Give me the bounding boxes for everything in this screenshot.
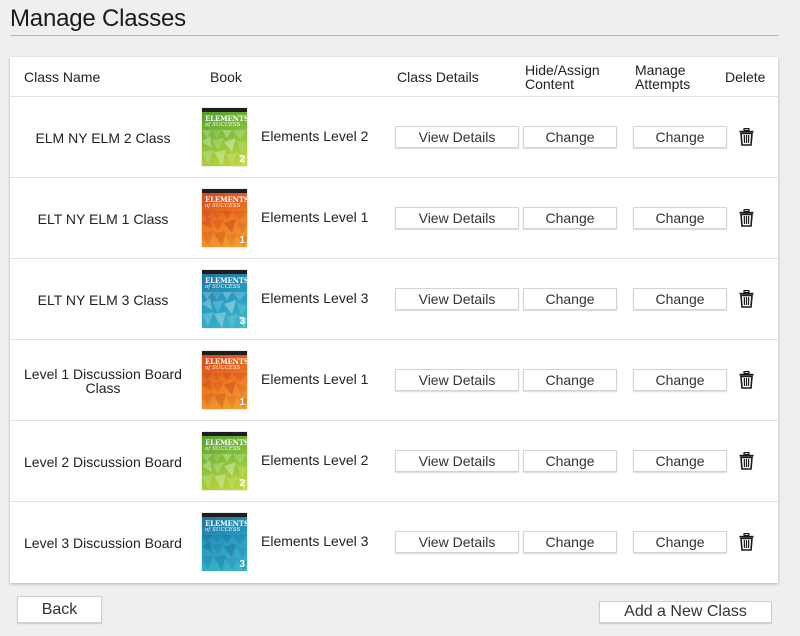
header-manage-attempts: Manage Attempts (635, 63, 690, 91)
header-class-name: Class Name (24, 69, 101, 85)
hide-assign-change-button[interactable]: Change (523, 288, 617, 310)
cover-subtitle: of SUCCESS (205, 284, 241, 290)
trash-icon[interactable] (739, 452, 754, 470)
cover-level-number: 3 (239, 316, 245, 327)
manage-attempts-change-button[interactable]: Change (633, 369, 727, 391)
header-manage-attempts-line1: Manage (635, 62, 686, 78)
table-row: ELM NY ELM 2 Class ELEMENTS of SUCCESS 2 Ele… (10, 97, 778, 178)
cover-title: ELEMENTS (205, 438, 247, 447)
class-name-cell: ELT NY ELM 3 Class (37, 291, 169, 308)
book-name-cell: Elements Level 2 (261, 451, 369, 468)
class-name-cell: Level 3 Discussion Board (24, 534, 182, 551)
book-name-cell: Elements Level 2 (261, 127, 369, 144)
cover-subtitle: of SUCCESS (205, 203, 241, 209)
table-row: ELT NY ELM 1 Class ELEMENTS of SUCCESS 1 Ele… (10, 178, 778, 259)
cover-title: ELEMENTS (205, 519, 247, 528)
cover-level-number: 1 (239, 235, 245, 246)
cover-stripe (202, 432, 247, 436)
class-name-cell: ELM NY ELM 2 Class (35, 129, 171, 146)
page-header: Manage Classes (10, 0, 778, 36)
book-cover-image: ELEMENTS of SUCCESS 3 (202, 513, 247, 571)
hide-assign-change-button[interactable]: Change (523, 207, 617, 229)
class-name-cell: ELT NY ELM 1 Class (37, 210, 169, 227)
cover-stripe (202, 513, 247, 517)
cover-level-number: 3 (239, 559, 245, 570)
cover-stripe (202, 108, 247, 112)
manage-attempts-change-button[interactable]: Change (633, 450, 727, 472)
book-cover-image: ELEMENTS of SUCCESS 2 (202, 108, 247, 166)
view-details-button[interactable]: View Details (395, 450, 519, 472)
cover-stripe (202, 351, 247, 355)
header-delete: Delete (725, 69, 766, 85)
table-row: ELT NY ELM 3 Class ELEMENTS of SUCCESS 3 Ele… (10, 259, 778, 340)
hide-assign-change-button[interactable]: Change (523, 450, 617, 472)
trash-icon[interactable] (739, 128, 754, 146)
cover-level-number: 2 (239, 154, 245, 165)
view-details-button[interactable]: View Details (395, 369, 519, 391)
trash-icon[interactable] (739, 209, 754, 227)
add-new-class-button[interactable]: Add a New Class (599, 601, 772, 623)
header-class-details: Class Details (397, 69, 479, 85)
cover-title: ELEMENTS (205, 195, 247, 204)
book-cover-image: ELEMENTS of SUCCESS 1 (202, 351, 247, 409)
back-button[interactable]: Back (17, 596, 102, 623)
cover-level-number: 1 (239, 397, 245, 408)
header-hide-assign-line1: Hide/Assign (525, 62, 600, 78)
hide-assign-change-button[interactable]: Change (523, 531, 617, 553)
view-details-button[interactable]: View Details (395, 288, 519, 310)
cover-subtitle: of SUCCESS (205, 446, 241, 452)
header-book: Book (210, 69, 242, 85)
cover-title: ELEMENTS (205, 114, 247, 123)
cover-subtitle: of SUCCESS (205, 122, 241, 128)
cover-subtitle: of SUCCESS (205, 365, 241, 371)
book-cover-image: ELEMENTS of SUCCESS 3 (202, 270, 247, 328)
manage-attempts-change-button[interactable]: Change (633, 288, 727, 310)
trash-icon[interactable] (739, 371, 754, 389)
class-name-cell: Level 2 Discussion Board (24, 453, 182, 470)
header-hide-assign: Hide/Assign Content (525, 63, 600, 91)
book-name-cell: Elements Level 3 (261, 289, 369, 306)
cover-title: ELEMENTS (205, 276, 247, 285)
cover-stripe (202, 270, 247, 274)
trash-icon[interactable] (739, 290, 754, 308)
view-details-button[interactable]: View Details (395, 207, 519, 229)
cover-subtitle: of SUCCESS (205, 527, 241, 533)
page-title: Manage Classes (10, 5, 186, 32)
trash-icon[interactable] (739, 533, 754, 551)
table-row: Level 1 Discussion Board Class ELEMENTS of… (10, 340, 778, 421)
manage-attempts-change-button[interactable]: Change (633, 531, 727, 553)
table-row: Level 3 Discussion Board ELEMENTS of SUCCE… (10, 502, 778, 583)
book-cover-image: ELEMENTS of SUCCESS 2 (202, 432, 247, 490)
class-name-cell: Level 1 Discussion Board Class (24, 365, 182, 396)
manage-attempts-change-button[interactable]: Change (633, 126, 727, 148)
cover-level-number: 2 (239, 478, 245, 489)
table-header: Class Name Book Class Details Hide/Assig… (10, 57, 778, 97)
table-row: Level 2 Discussion Board ELEMENTS of SUCCE… (10, 421, 778, 502)
book-name-cell: Elements Level 1 (261, 208, 369, 225)
hide-assign-change-button[interactable]: Change (523, 126, 617, 148)
view-details-button[interactable]: View Details (395, 531, 519, 553)
book-name-cell: Elements Level 3 (261, 532, 369, 549)
book-name-cell: Elements Level 1 (261, 370, 369, 387)
manage-attempts-change-button[interactable]: Change (633, 207, 727, 229)
book-cover-image: ELEMENTS of SUCCESS 1 (202, 189, 247, 247)
view-details-button[interactable]: View Details (395, 126, 519, 148)
classes-table: Class Name Book Class Details Hide/Assig… (10, 57, 778, 583)
header-hide-assign-line2: Content (525, 76, 575, 92)
cover-title: ELEMENTS (205, 357, 247, 366)
hide-assign-change-button[interactable]: Change (523, 369, 617, 391)
header-manage-attempts-line2: Attempts (635, 76, 691, 92)
cover-stripe (202, 189, 247, 193)
